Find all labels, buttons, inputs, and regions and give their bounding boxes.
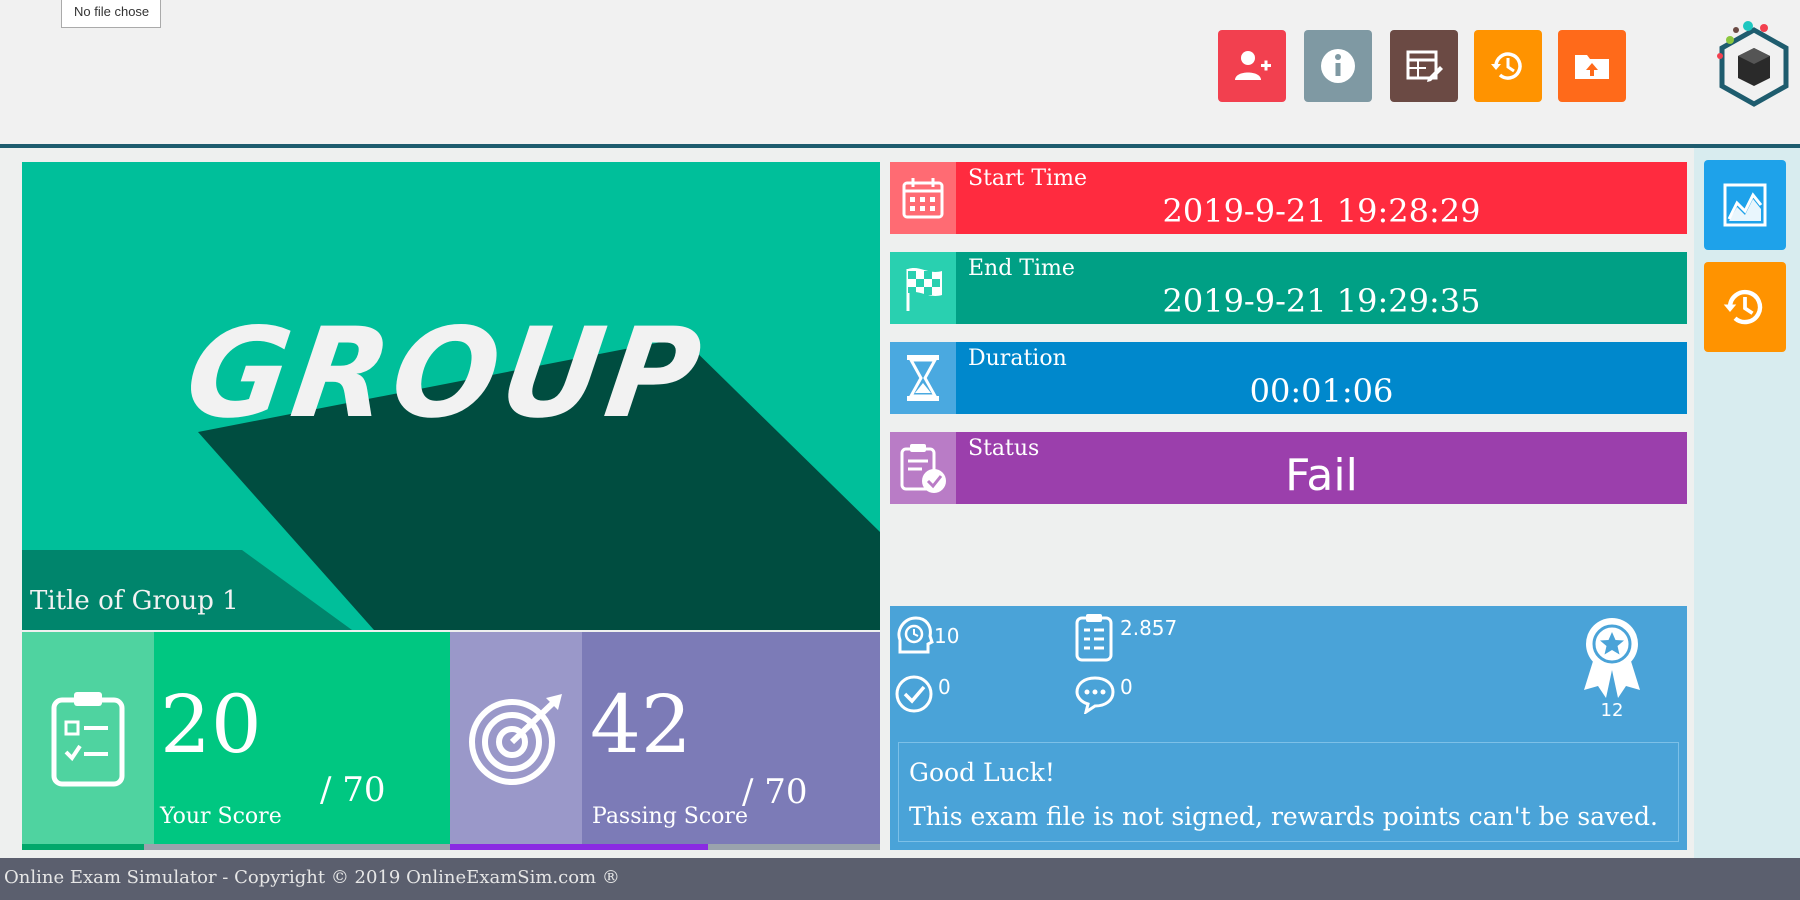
checkered-flag-icon <box>906 268 942 311</box>
duration-value: 00:01:06 <box>1249 372 1394 410</box>
side-history-button[interactable] <box>1704 262 1786 352</box>
info-button[interactable] <box>1304 30 1372 102</box>
your-score-max: / 70 <box>320 770 386 810</box>
your-score-tile: 20 / 70 Your Score <box>22 632 450 844</box>
duration-row: Duration 00:01:06 <box>890 342 1687 414</box>
chat-bubble-icon <box>1075 676 1115 714</box>
checklist-icon <box>1075 614 1113 662</box>
passing-score-tile: 42 / 70 Passing Score <box>450 632 880 844</box>
toolbar-divider <box>0 144 1800 148</box>
checklist-stat-value: 2.857 <box>1120 616 1178 640</box>
start-time-icon-box <box>890 162 956 234</box>
message-line-2: This exam file is not signed, rewards po… <box>909 802 1658 831</box>
hourglass-icon <box>907 355 939 401</box>
end-time-row: End Time 2019-9-21 19:29:35 <box>890 252 1687 324</box>
top-toolbar <box>0 0 1800 144</box>
check-circle-icon <box>895 675 933 713</box>
right-sidebar <box>1694 148 1800 858</box>
history-icon <box>1723 289 1763 325</box>
history-button[interactable] <box>1474 30 1542 102</box>
your-score-label: Your Score <box>160 804 282 829</box>
start-time-row: Start Time 2019-9-21 19:28:29 <box>890 162 1687 234</box>
passing-score-max: / 70 <box>742 772 808 812</box>
award-stat-value: 12 <box>1600 700 1624 721</box>
calendar-icon <box>902 178 944 219</box>
passing-score-icon-box <box>450 632 582 844</box>
file-chooser-tooltip: No file chose <box>61 0 161 28</box>
chart-button[interactable] <box>1704 160 1786 250</box>
status-icon-box <box>890 432 956 504</box>
add-user-button[interactable] <box>1218 30 1286 102</box>
passing-score-value: 42 <box>590 678 692 771</box>
group-banner: GROUP Title of Group 1 <box>22 162 880 630</box>
message-line-1: Good Luck! <box>909 758 1055 787</box>
stats-panel: 10 2.857 0 0 12 Good Luck! This exam fil… <box>890 606 1687 850</box>
target-icon <box>469 694 562 785</box>
footer-copyright: Online Exam Simulator - Copyright © 2019… <box>0 858 1800 900</box>
comments-stat: 0 <box>1074 674 1133 714</box>
end-time-icon-box <box>890 252 956 324</box>
info-icon <box>1321 49 1355 83</box>
your-score-progress <box>22 844 145 850</box>
correct-stat-value: 0 <box>938 675 951 699</box>
your-score-value: 20 <box>160 678 262 771</box>
upload-folder-button[interactable] <box>1558 30 1626 102</box>
duration-icon-box <box>890 342 956 414</box>
correct-stat: 0 <box>894 674 951 714</box>
passing-score-progress <box>450 844 708 850</box>
head-stat-value: 10 <box>934 624 960 648</box>
award-stat: 12 <box>1580 614 1644 721</box>
status-row: Status Fail <box>890 432 1687 504</box>
end-time-value: 2019-9-21 19:29:35 <box>1162 282 1481 320</box>
passing-score-label: Passing Score <box>592 804 748 829</box>
head-stat: 10 <box>894 614 959 658</box>
chart-icon <box>1723 183 1767 227</box>
add-user-icon <box>1235 51 1271 80</box>
edit-table-icon <box>1406 50 1443 82</box>
group-title: Title of Group 1 <box>30 586 239 616</box>
comments-stat-value: 0 <box>1120 675 1133 699</box>
clipboard-check-icon <box>900 444 946 493</box>
clipboard-checklist-icon <box>51 692 125 787</box>
group-word: GROUP <box>177 302 713 446</box>
award-ribbon-icon <box>1584 618 1640 698</box>
upload-folder-icon <box>1575 55 1609 79</box>
head-clock-icon <box>897 616 934 654</box>
duration-label: Duration <box>968 346 1067 371</box>
your-score-icon-box <box>22 632 154 844</box>
end-time-label: End Time <box>968 256 1075 281</box>
edit-table-button[interactable] <box>1390 30 1458 102</box>
message-box: Good Luck! This exam file is not signed,… <box>898 742 1679 842</box>
history-icon <box>1491 52 1522 80</box>
cube-logo-icon <box>1717 21 1789 107</box>
start-time-value: 2019-9-21 19:28:29 <box>1162 192 1481 230</box>
status-value: Fail <box>1285 450 1358 501</box>
start-time-label: Start Time <box>968 166 1087 191</box>
checklist-stat: 2.857 <box>1074 612 1177 662</box>
